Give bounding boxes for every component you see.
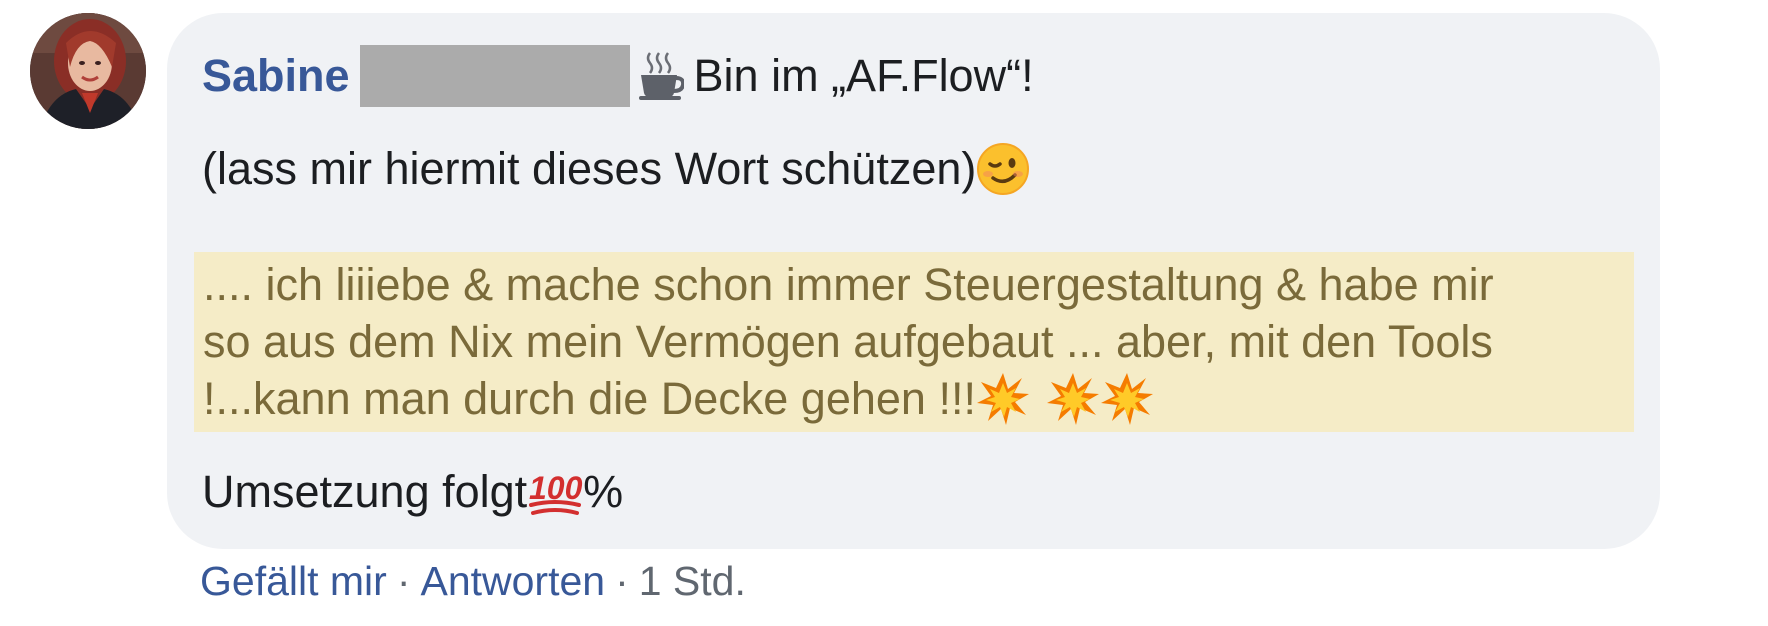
comment-line-2: (lass mir hiermit dieses Wort schützen) [202, 141, 1030, 197]
author-name[interactable]: Sabine [202, 50, 350, 101]
avatar-photo [30, 13, 146, 129]
comment-bubble: Sabine Bin im „AF.Flow“! (lass mir hierm… [167, 13, 1660, 549]
collision-icon [1046, 372, 1100, 426]
redacted-surname [359, 45, 630, 107]
separator: · [396, 558, 411, 604]
like-link[interactable]: Gefällt mir [200, 558, 387, 604]
comment-header-line: Sabine Bin im „AF.Flow“! [202, 45, 1034, 107]
comment-line-4-text: Umsetzung folgt [202, 466, 528, 517]
reply-link[interactable]: Antworten [420, 558, 605, 604]
comment: Sabine Bin im „AF.Flow“! (lass mir hierm… [0, 0, 1768, 626]
comment-line-2-text: (lass mir hiermit dieses Wort schützen) [202, 143, 977, 194]
quote-line-3-text: !...kann man durch die Decke gehen !!! [203, 373, 976, 424]
timestamp[interactable]: 1 Std. [639, 558, 746, 604]
winking-face-icon [976, 142, 1030, 196]
comment-line-4: Umsetzung folgt 100 % [202, 464, 623, 520]
hundred-points-icon: 100 [527, 465, 583, 519]
quote-line-2: so aus dem Nix mein Vermögen aufgebaut .… [203, 316, 1493, 367]
hot-beverage-icon [638, 49, 684, 101]
comment-header-text: Bin im „AF.Flow“! [693, 50, 1034, 101]
quote-text: .... ich liiiebe & mache schon immer Ste… [203, 256, 1628, 427]
comment-actions: Gefällt mir · Antworten · 1 Std. [200, 553, 746, 609]
quote-line-3: !...kann man durch die Decke gehen !!! [203, 370, 1628, 427]
quote-line-1: .... ich liiiebe & mache schon immer Ste… [203, 259, 1494, 310]
avatar[interactable] [30, 13, 146, 129]
highlighted-quote: .... ich liiiebe & mache schon immer Ste… [194, 252, 1634, 432]
collision-icon [1100, 372, 1154, 426]
percent-sign: % [583, 466, 624, 517]
collision-icon [976, 372, 1030, 426]
separator: · [615, 558, 629, 604]
